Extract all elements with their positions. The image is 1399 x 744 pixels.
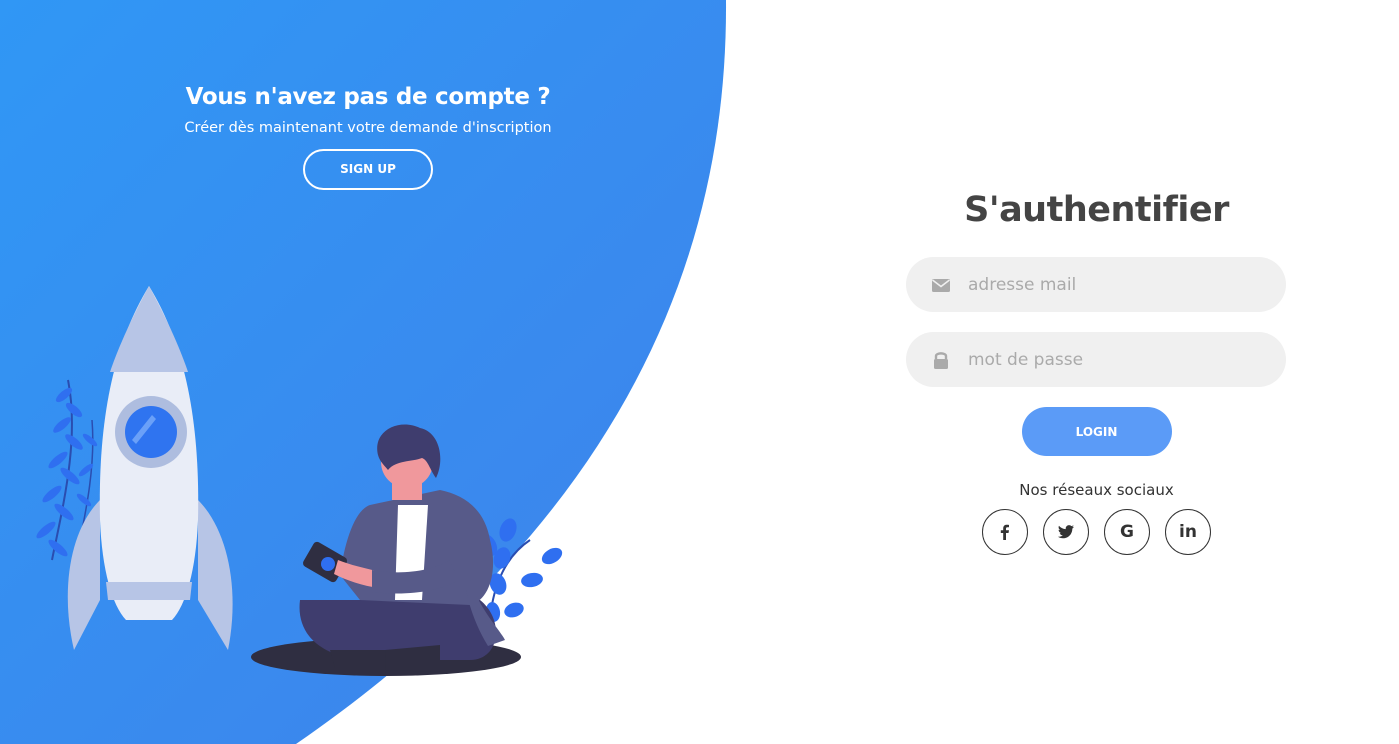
envelope-icon: [932, 279, 950, 292]
linkedin-icon: in: [1179, 522, 1197, 542]
google-link[interactable]: G: [1104, 509, 1150, 555]
signup-panel: Vous n'avez pas de compte ? Créer dès ma…: [0, 0, 740, 744]
rocket-and-person-illustration: [36, 286, 563, 676]
twitter-link[interactable]: [1043, 509, 1089, 555]
email-input[interactable]: [968, 257, 1268, 312]
social-links: G in: [906, 509, 1287, 555]
login-button[interactable]: LOGIN: [1021, 407, 1172, 456]
login-page: Vous n'avez pas de compte ? Créer dès ma…: [0, 0, 1399, 744]
social-networks-label: Nos réseaux sociaux: [1019, 481, 1174, 499]
sitting-person: [299, 424, 505, 672]
rocket: [67, 286, 233, 650]
login-title: S'authentifier: [964, 190, 1229, 230]
password-field[interactable]: [906, 332, 1286, 387]
google-icon: G: [1120, 522, 1134, 542]
facebook-link[interactable]: [982, 509, 1028, 555]
email-field[interactable]: [906, 257, 1286, 312]
login-form: S'authentifier LOGIN Nos réseaux sociaux: [906, 190, 1287, 555]
linkedin-link[interactable]: in: [1165, 509, 1211, 555]
facebook-icon: [1000, 524, 1009, 540]
twitter-icon: [1057, 525, 1074, 539]
password-input[interactable]: [968, 332, 1268, 387]
lock-icon: [934, 352, 948, 369]
